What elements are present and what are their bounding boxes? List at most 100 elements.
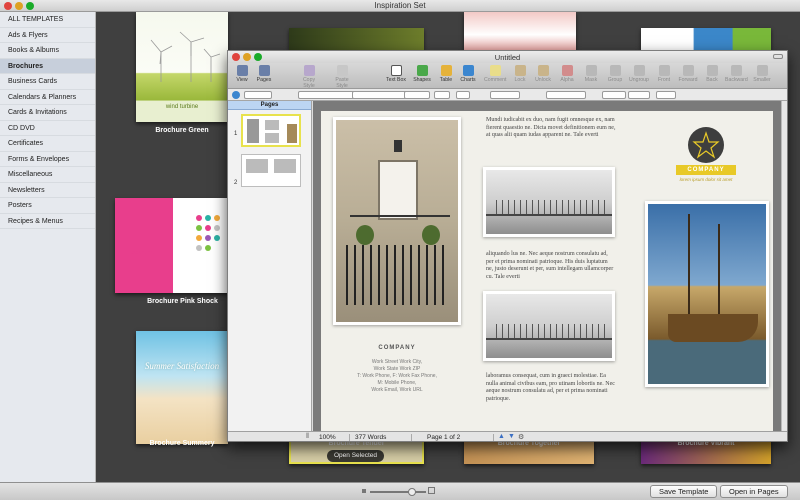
line-spacing-popup[interactable] — [602, 91, 626, 99]
toolbar-backward[interactable]: Backward — [725, 65, 748, 83]
door-photo[interactable] — [333, 117, 461, 325]
font-typeface-popup[interactable] — [404, 91, 430, 99]
toolbar-view[interactable]: View — [231, 65, 253, 83]
template-caption: wind turbine — [165, 104, 199, 110]
page-thumbnail-1[interactable] — [241, 114, 301, 147]
toolbar-label: Pages — [256, 77, 272, 83]
toolbar-alpha[interactable]: Alpha — [556, 65, 578, 83]
paragraph-styles-icon[interactable] — [232, 91, 240, 99]
resize-handle-icon[interactable]: ⦀ — [306, 433, 309, 441]
toolbar-label: Backward — [725, 77, 748, 83]
toolbar-lock[interactable]: Lock — [509, 65, 531, 83]
bridge-photo-1[interactable] — [483, 167, 615, 237]
document-page: COMPANY Work Street Work City, Work Stat… — [321, 111, 773, 431]
vertical-scrollbar[interactable] — [781, 101, 787, 431]
toolbar-label: Copy Style — [302, 77, 316, 89]
sidebar-item-calendars-planners[interactable]: Calendars & Planners — [0, 90, 95, 105]
toolbar-front[interactable]: Front — [653, 65, 675, 83]
bold-italic-underline-buttons[interactable] — [490, 91, 520, 99]
smaller-icon — [756, 65, 768, 76]
sidebar-item-posters[interactable]: Posters — [0, 198, 95, 214]
document-titlebar: Untitled — [228, 51, 787, 63]
alignment-buttons[interactable] — [546, 91, 586, 99]
charts-icon — [462, 65, 474, 76]
list-popup[interactable] — [656, 91, 676, 99]
page-navigation-gear-icon[interactable]: ⚙ — [518, 433, 524, 441]
template-thumbnail-partial[interactable] — [289, 28, 424, 50]
toolbar-label: Charts — [460, 77, 476, 83]
previous-page-icon[interactable]: ▲ — [498, 433, 505, 440]
small-thumbnail-icon — [362, 489, 366, 493]
toolbar-charts[interactable]: Charts — [457, 65, 479, 83]
template-thumbnail-partial[interactable] — [641, 28, 771, 50]
sidebar-item-cd-dvd[interactable]: CD DVD — [0, 121, 95, 136]
toolbar-smaller[interactable]: Smaller — [751, 65, 773, 83]
wind-turbine-icon — [150, 31, 221, 82]
page-thumbnail-2[interactable] — [241, 154, 301, 187]
front-icon — [658, 65, 670, 76]
toolbar-label: Front — [657, 77, 671, 83]
sidebar-item-newsletters[interactable]: Newsletters — [0, 183, 95, 198]
template-thumbnail-partial[interactable] — [464, 12, 576, 50]
toolbar-text-box[interactable]: Text Box — [385, 65, 407, 83]
bridge-photo-2[interactable] — [483, 291, 615, 361]
sidebar-item-all-templates[interactable]: ALL TEMPLATES — [0, 12, 95, 28]
toolbar-mask[interactable]: Mask — [580, 65, 602, 83]
page-number: 2 — [234, 180, 238, 186]
toolbar-label: Comment — [484, 77, 507, 83]
toolbar-copy-style[interactable]: Copy Style — [298, 65, 320, 89]
sidebar-item-books-albums[interactable]: Books & Albums — [0, 43, 95, 59]
template-thumbnail-brochure-summery[interactable]: Summer Satisfaction — [136, 331, 228, 444]
sidebar-item-ads-flyers[interactable]: Ads & Flyers — [0, 28, 95, 43]
text-color-well[interactable] — [456, 91, 470, 99]
comment-icon — [489, 65, 501, 76]
next-page-icon[interactable]: ▼ — [508, 433, 515, 440]
toolbar-group[interactable]: Group — [604, 65, 626, 83]
toolbar-label: Paste Style — [335, 77, 349, 89]
template-caption: Summer Satisfaction — [144, 361, 220, 371]
sidebar-item-business-cards[interactable]: Business Cards — [0, 74, 95, 90]
thumbnail-size-slider[interactable] — [370, 491, 426, 493]
document-canvas[interactable]: COMPANY Work Street Work City, Work Stat… — [313, 101, 781, 431]
template-thumbnail-brochure-green[interactable]: wind turbine — [136, 12, 228, 122]
save-template-button[interactable]: Save Template — [650, 485, 718, 498]
toolbar-label: Alpha — [560, 77, 574, 83]
ship-photo[interactable] — [645, 201, 769, 387]
sidebar-item-cards-invitations[interactable]: Cards & Invitations — [0, 105, 95, 121]
sidebar-item-miscellaneous[interactable]: Miscellaneous — [0, 167, 95, 183]
company-address: Work Street Work City, Work State Work Z… — [357, 359, 437, 393]
toolbar-pages[interactable]: Pages — [253, 65, 275, 83]
toolbar-table[interactable]: Table — [435, 65, 457, 83]
toolbar-shapes[interactable]: Shapes — [411, 65, 433, 83]
style-popup[interactable] — [244, 91, 272, 99]
template-thumbnail-brochure-pink-shock[interactable]: colourful — [115, 198, 230, 293]
sidebar-item-brochures[interactable]: Brochures — [0, 58, 95, 74]
back-icon — [706, 65, 718, 76]
sidebar-item-certificates[interactable]: Certificates — [0, 136, 95, 152]
open-selected-badge[interactable]: Open Selected — [327, 450, 385, 462]
ungroup-icon — [633, 65, 645, 76]
columns-popup[interactable] — [628, 91, 650, 99]
company-logo-banner: COMPANY — [676, 165, 736, 175]
sidebar-item-forms-envelopes[interactable]: Forms & Envelopes — [0, 152, 95, 167]
toolbar-forward[interactable]: Forward — [677, 65, 699, 83]
toolbar-label: Back — [706, 77, 718, 83]
toolbar-toggle-button[interactable] — [773, 54, 783, 59]
font-size-field[interactable] — [434, 91, 450, 99]
body-paragraph-1: Mundi iudicabit ex duo, nam fugit omnesq… — [486, 117, 616, 138]
sidebar-item-recipes-menus[interactable]: Recipes & Menus — [0, 214, 95, 229]
zoom-popup[interactable]: 100% — [316, 434, 350, 441]
toolbar-ungroup[interactable]: Ungroup — [628, 65, 650, 83]
group-icon — [609, 65, 621, 76]
document-title: Untitled — [494, 53, 521, 62]
toolbar-back[interactable]: Back — [701, 65, 723, 83]
open-in-pages-button[interactable]: Open in Pages — [720, 485, 788, 498]
document-status-bar: ⦀ 100% 377 Words Page 1 of 2 ▲ ▼ ⚙ — [228, 431, 787, 441]
toolbar-unlock[interactable]: Unlock — [532, 65, 554, 83]
toolbar-comment[interactable]: Comment — [484, 65, 507, 83]
toolbar-label: Group — [607, 77, 623, 83]
table-icon — [440, 65, 452, 76]
thumbnail-size-slider-knob[interactable] — [408, 488, 416, 496]
toolbar-paste-style[interactable]: Paste Style — [331, 65, 353, 89]
view-icon — [236, 65, 248, 76]
